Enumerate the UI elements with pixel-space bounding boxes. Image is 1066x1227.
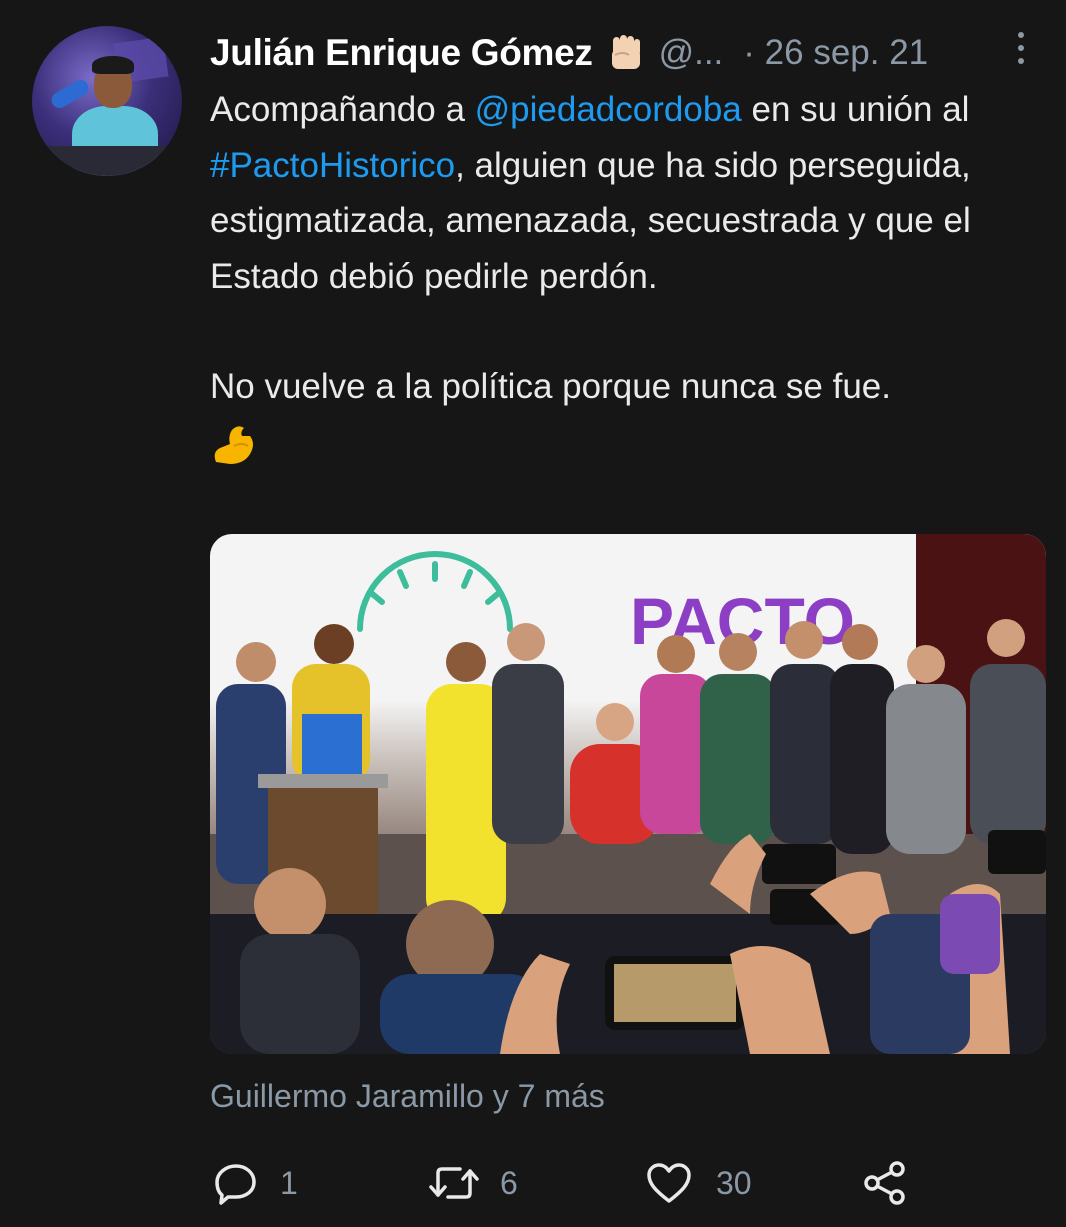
tweet-photo[interactable]: PACTO bbox=[210, 534, 1046, 1054]
share-icon bbox=[862, 1160, 908, 1206]
avatar-desk bbox=[32, 146, 182, 176]
tweet-paragraph-1: Acompañando a @piedadcordoba en su unión… bbox=[210, 82, 1060, 304]
tweet-paragraph-2: No vuelve a la política porque nunca se … bbox=[210, 359, 1060, 415]
text-segment: en su unión al bbox=[741, 90, 970, 129]
hashtag-link[interactable]: #PactoHistorico bbox=[210, 146, 455, 185]
flexed-biceps-emoji-icon bbox=[210, 422, 256, 466]
photo-illustration: PACTO bbox=[210, 534, 1046, 1054]
tweet-paragraph-3 bbox=[210, 415, 1060, 471]
reply-icon bbox=[214, 1161, 258, 1205]
text-segment: No vuelve a la política porque nunca se … bbox=[210, 367, 891, 406]
date-text: 26 sep. 21 bbox=[764, 33, 929, 72]
heart-icon bbox=[646, 1161, 692, 1205]
raised-fist-emoji-icon bbox=[605, 33, 645, 73]
sun-logo bbox=[357, 551, 513, 632]
author-name[interactable]: Julián Enrique Gómez bbox=[210, 32, 593, 74]
date-separator: · bbox=[743, 33, 755, 72]
tweet-header: Julián Enrique Gómez @... · 26 sep. 21 bbox=[210, 30, 1030, 76]
author-handle[interactable]: @... bbox=[659, 33, 724, 73]
avatar-hair bbox=[92, 56, 134, 74]
mention-link[interactable]: @piedadcordoba bbox=[475, 90, 742, 129]
reply-button[interactable]: 1 bbox=[214, 1158, 298, 1208]
avatar-microphone bbox=[48, 77, 92, 111]
text-segment: Acompañando a bbox=[210, 90, 475, 129]
tweet-text: Acompañando a @piedadcordoba en su unión… bbox=[210, 82, 1060, 470]
liked-by-text[interactable]: Guillermo Jaramillo y 7 más bbox=[210, 1078, 605, 1115]
tweet-actions-bar: 1 6 30 bbox=[0, 1158, 1066, 1208]
share-button[interactable] bbox=[862, 1158, 908, 1208]
more-options-icon[interactable] bbox=[1014, 30, 1028, 66]
retweet-count: 6 bbox=[500, 1164, 518, 1201]
like-count: 30 bbox=[716, 1164, 752, 1201]
tweet-date[interactable]: · 26 sep. 21 bbox=[743, 33, 928, 73]
like-button[interactable]: 30 bbox=[646, 1158, 752, 1208]
retweet-icon bbox=[428, 1161, 480, 1205]
reply-count: 1 bbox=[280, 1164, 298, 1201]
retweet-button[interactable]: 6 bbox=[428, 1158, 518, 1208]
author-avatar[interactable] bbox=[32, 26, 182, 176]
